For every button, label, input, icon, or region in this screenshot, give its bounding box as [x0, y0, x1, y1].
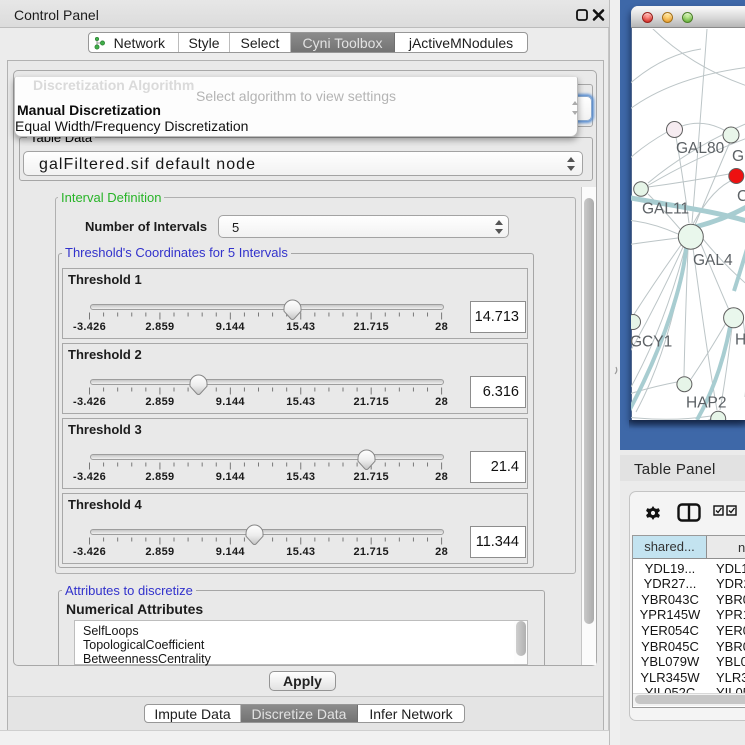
svg-text:GCY1: GCY1 [631, 334, 672, 351]
svg-text:GAL80: GAL80 [676, 140, 725, 157]
svg-text:G: G [732, 148, 744, 165]
svg-text:GAL4: GAL4 [693, 252, 733, 269]
svg-text:H: H [735, 332, 745, 349]
svg-text:C: C [737, 188, 745, 205]
svg-text:HAP2: HAP2 [686, 395, 727, 412]
svg-text:GAL11: GAL11 [642, 201, 689, 218]
